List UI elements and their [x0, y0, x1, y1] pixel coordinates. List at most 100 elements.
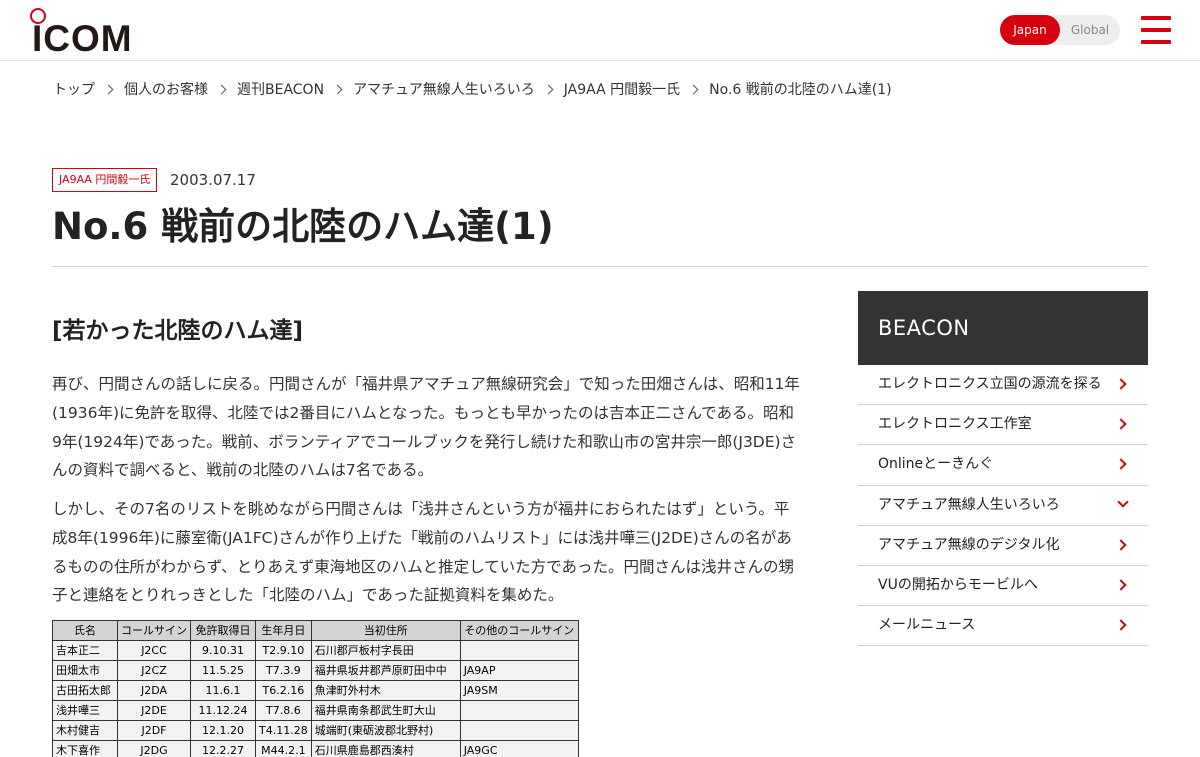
cell-birthdate: T4.11.28: [255, 720, 312, 741]
menu-bar: [1141, 28, 1171, 32]
table-header-row: 氏名 コールサイン 免許取得日 生年月日 当初住所 その他のコールサイン: [52, 620, 579, 641]
chevron-right-icon: [103, 84, 114, 94]
breadcrumb-personal[interactable]: 個人のお客様: [124, 79, 208, 99]
cell-name: 吉本正二: [52, 640, 118, 661]
cell-birthdate: T2.9.10: [255, 640, 312, 661]
cell-address: 福井県南条郡武生町大山: [310, 700, 461, 721]
table-row: 吉本正二 J2CC 9.10.31 T2.9.10 石川郡戸板村字長田: [52, 640, 579, 661]
cell-license-date: 11.12.24: [190, 700, 256, 721]
cell-callsign: J2DA: [117, 680, 191, 701]
section-heading: [若かった北陸のハム達]: [52, 318, 304, 344]
breadcrumb: トップ 個人のお客様 週刊BEACON アマチュア無線人生いろいろ JA9AA …: [53, 79, 892, 99]
cell-license-date: 11.5.25: [190, 660, 256, 681]
sidebar-item-digitalization[interactable]: アマチュア無線のデジタル化: [858, 526, 1148, 566]
table-row: 木村健吉 J2DF 12.1.20 T4.11.28 城端町(東砺波郡北野村): [52, 720, 579, 741]
cell-address: 福井県坂井郡芦原町田中中: [310, 660, 461, 681]
cell-callsign: J2DF: [117, 720, 191, 741]
cell-name: 田畑太市: [52, 660, 118, 681]
sidebar-item-label: エレクトロニクス工作室: [878, 416, 1032, 433]
breadcrumb-current: No.6 戦前の北陸のハム達(1): [709, 82, 892, 98]
sidebar-item-label: エレクトロニクス立国の源流を探る: [878, 376, 1102, 392]
sidebar-title[interactable]: BEACON: [858, 291, 1148, 365]
chevron-right-icon: [1115, 458, 1127, 471]
cell-address: 魚津町外村木: [310, 680, 461, 701]
chevron-right-icon: [1115, 539, 1127, 551]
sidebar-item-label: Onlineとーきんぐ: [878, 456, 994, 473]
cell-callsign: J2CC: [117, 640, 191, 661]
cell-address: 城端町(東砺波郡北野村): [310, 720, 461, 741]
cell-license-date: 12.2.27: [190, 740, 256, 757]
sidebar-item-label: アマチュア無線人生いろいろ: [878, 496, 1060, 513]
sidebar-item-label: VUの開拓からモービルへ: [878, 576, 1038, 593]
chevron-right-icon: [688, 84, 699, 94]
table-row: 田畑太市 J2CZ 11.5.25 T7.3.9 福井県坂井郡芦原町田中中 JA…: [52, 660, 579, 681]
cell-birthdate: M44.2.1: [255, 740, 312, 757]
cell-birthdate: T7.8.6: [255, 700, 312, 721]
table-row: 古田拓太郎 J2DA 11.6.1 T6.2.16 魚津町外村木 JA9SM: [52, 680, 579, 701]
logo-text: ICOM: [32, 18, 133, 59]
cell-address: 石川郡戸板村字長田: [310, 640, 461, 661]
col-header-name: 氏名: [52, 620, 118, 641]
col-header-address: 当初住所: [310, 620, 461, 641]
chevron-right-icon: [1115, 418, 1127, 430]
title-divider: [52, 266, 1148, 267]
col-header-other-callsign: その他のコールサイン: [459, 620, 579, 641]
breadcrumb-amateur-life[interactable]: アマチュア無線人生いろいろ: [353, 79, 535, 99]
cell-name: 木村健吉: [52, 720, 118, 741]
sidebar-item-electronics-workshop[interactable]: エレクトロニクス工作室: [858, 405, 1148, 446]
hamburger-menu-icon[interactable]: [1141, 16, 1171, 44]
cell-other-callsign: JA9SM: [459, 680, 579, 701]
cell-other-callsign: JA9GC: [459, 740, 579, 757]
cell-name: 古田拓太郎: [52, 680, 118, 701]
sidebar-item-electronics-origin[interactable]: エレクトロニクス立国の源流を探る: [858, 365, 1148, 406]
chevron-right-icon: [332, 84, 343, 94]
breadcrumb-beacon[interactable]: 週刊BEACON: [237, 79, 324, 99]
table-row: 浅井嘩三 J2DE 11.12.24 T7.8.6 福井県南条郡武生町大山: [52, 700, 579, 721]
lang-japan-button[interactable]: Japan: [1000, 15, 1060, 45]
chevron-right-icon: [1115, 579, 1127, 591]
article-paragraph: 再び、円間さんの話しに戻る。円間さんが「福井県アマチュア無線研究会」で知った田畑…: [52, 375, 800, 480]
cell-birthdate: T7.3.9: [255, 660, 312, 681]
category-tag[interactable]: JA9AA 円間毅一氏: [52, 168, 158, 192]
col-header-birthdate: 生年月日: [255, 620, 312, 641]
sidebar-item-mail-news[interactable]: メールニュース: [858, 606, 1148, 647]
cell-license-date: 11.6.1: [190, 680, 256, 701]
chevron-right-icon: [216, 84, 227, 94]
cell-callsign: J2CZ: [117, 660, 191, 681]
cell-name: 木下喜作: [52, 740, 118, 757]
post-date: 2003.07.17: [170, 171, 256, 189]
page-title: No.6 戦前の北陸のハム達(1): [52, 205, 554, 248]
cell-other-callsign: [459, 640, 579, 661]
sidebar-item-vu-mobile[interactable]: VUの開拓からモービルへ: [858, 566, 1148, 607]
cell-license-date: 9.10.31: [190, 640, 256, 661]
sidebar-item-label: メールニュース: [878, 617, 976, 634]
breadcrumb-top[interactable]: トップ: [53, 79, 95, 99]
language-switch: Japan Global: [1000, 15, 1120, 45]
article-paragraph: しかし、その7名のリストを眺めながら円間さんは「浅井さんという方が福井におられた…: [52, 500, 794, 605]
cell-other-callsign: [459, 700, 579, 721]
chevron-right-icon: [1115, 378, 1127, 390]
sidebar-item-online-talking[interactable]: Onlineとーきんぐ: [858, 445, 1148, 486]
menu-bar: [1141, 16, 1171, 20]
sidebar-item-label: アマチュア無線のデジタル化: [878, 536, 1060, 553]
cell-birthdate: T6.2.16: [255, 680, 312, 701]
breadcrumb-ja9aa[interactable]: JA9AA 円間毅一氏: [564, 79, 680, 99]
col-header-license-date: 免許取得日: [190, 620, 256, 641]
cell-other-callsign: [459, 720, 579, 741]
chevron-right-icon: [543, 84, 554, 94]
cell-license-date: 12.1.20: [190, 720, 256, 741]
sidebar-item-amateur-life[interactable]: アマチュア無線人生いろいろ: [858, 486, 1148, 526]
table-row: 木下喜作 J2DG 12.2.27 M44.2.1 石川県鹿島郡西湊村 JA9G…: [52, 740, 579, 757]
cell-callsign: J2DG: [117, 740, 191, 757]
beacon-sidebar: BEACON エレクトロニクス立国の源流を探る エレクトロニクス工作室 Onli…: [858, 291, 1148, 647]
cell-other-callsign: JA9AP: [459, 660, 579, 681]
lang-global-button[interactable]: Global: [1060, 15, 1120, 45]
cell-callsign: J2DE: [117, 700, 191, 721]
cell-name: 浅井嘩三: [52, 700, 118, 721]
icom-logo[interactable]: ICOM: [30, 8, 132, 58]
chevron-down-icon: [1117, 495, 1129, 508]
col-header-callsign: コールサイン: [117, 620, 191, 641]
cell-address: 石川県鹿島郡西湊村: [310, 740, 461, 757]
prewar-ham-list-table: 氏名 コールサイン 免許取得日 生年月日 当初住所 その他のコールサイン 吉本正…: [52, 620, 579, 757]
chevron-right-icon: [1115, 619, 1127, 631]
